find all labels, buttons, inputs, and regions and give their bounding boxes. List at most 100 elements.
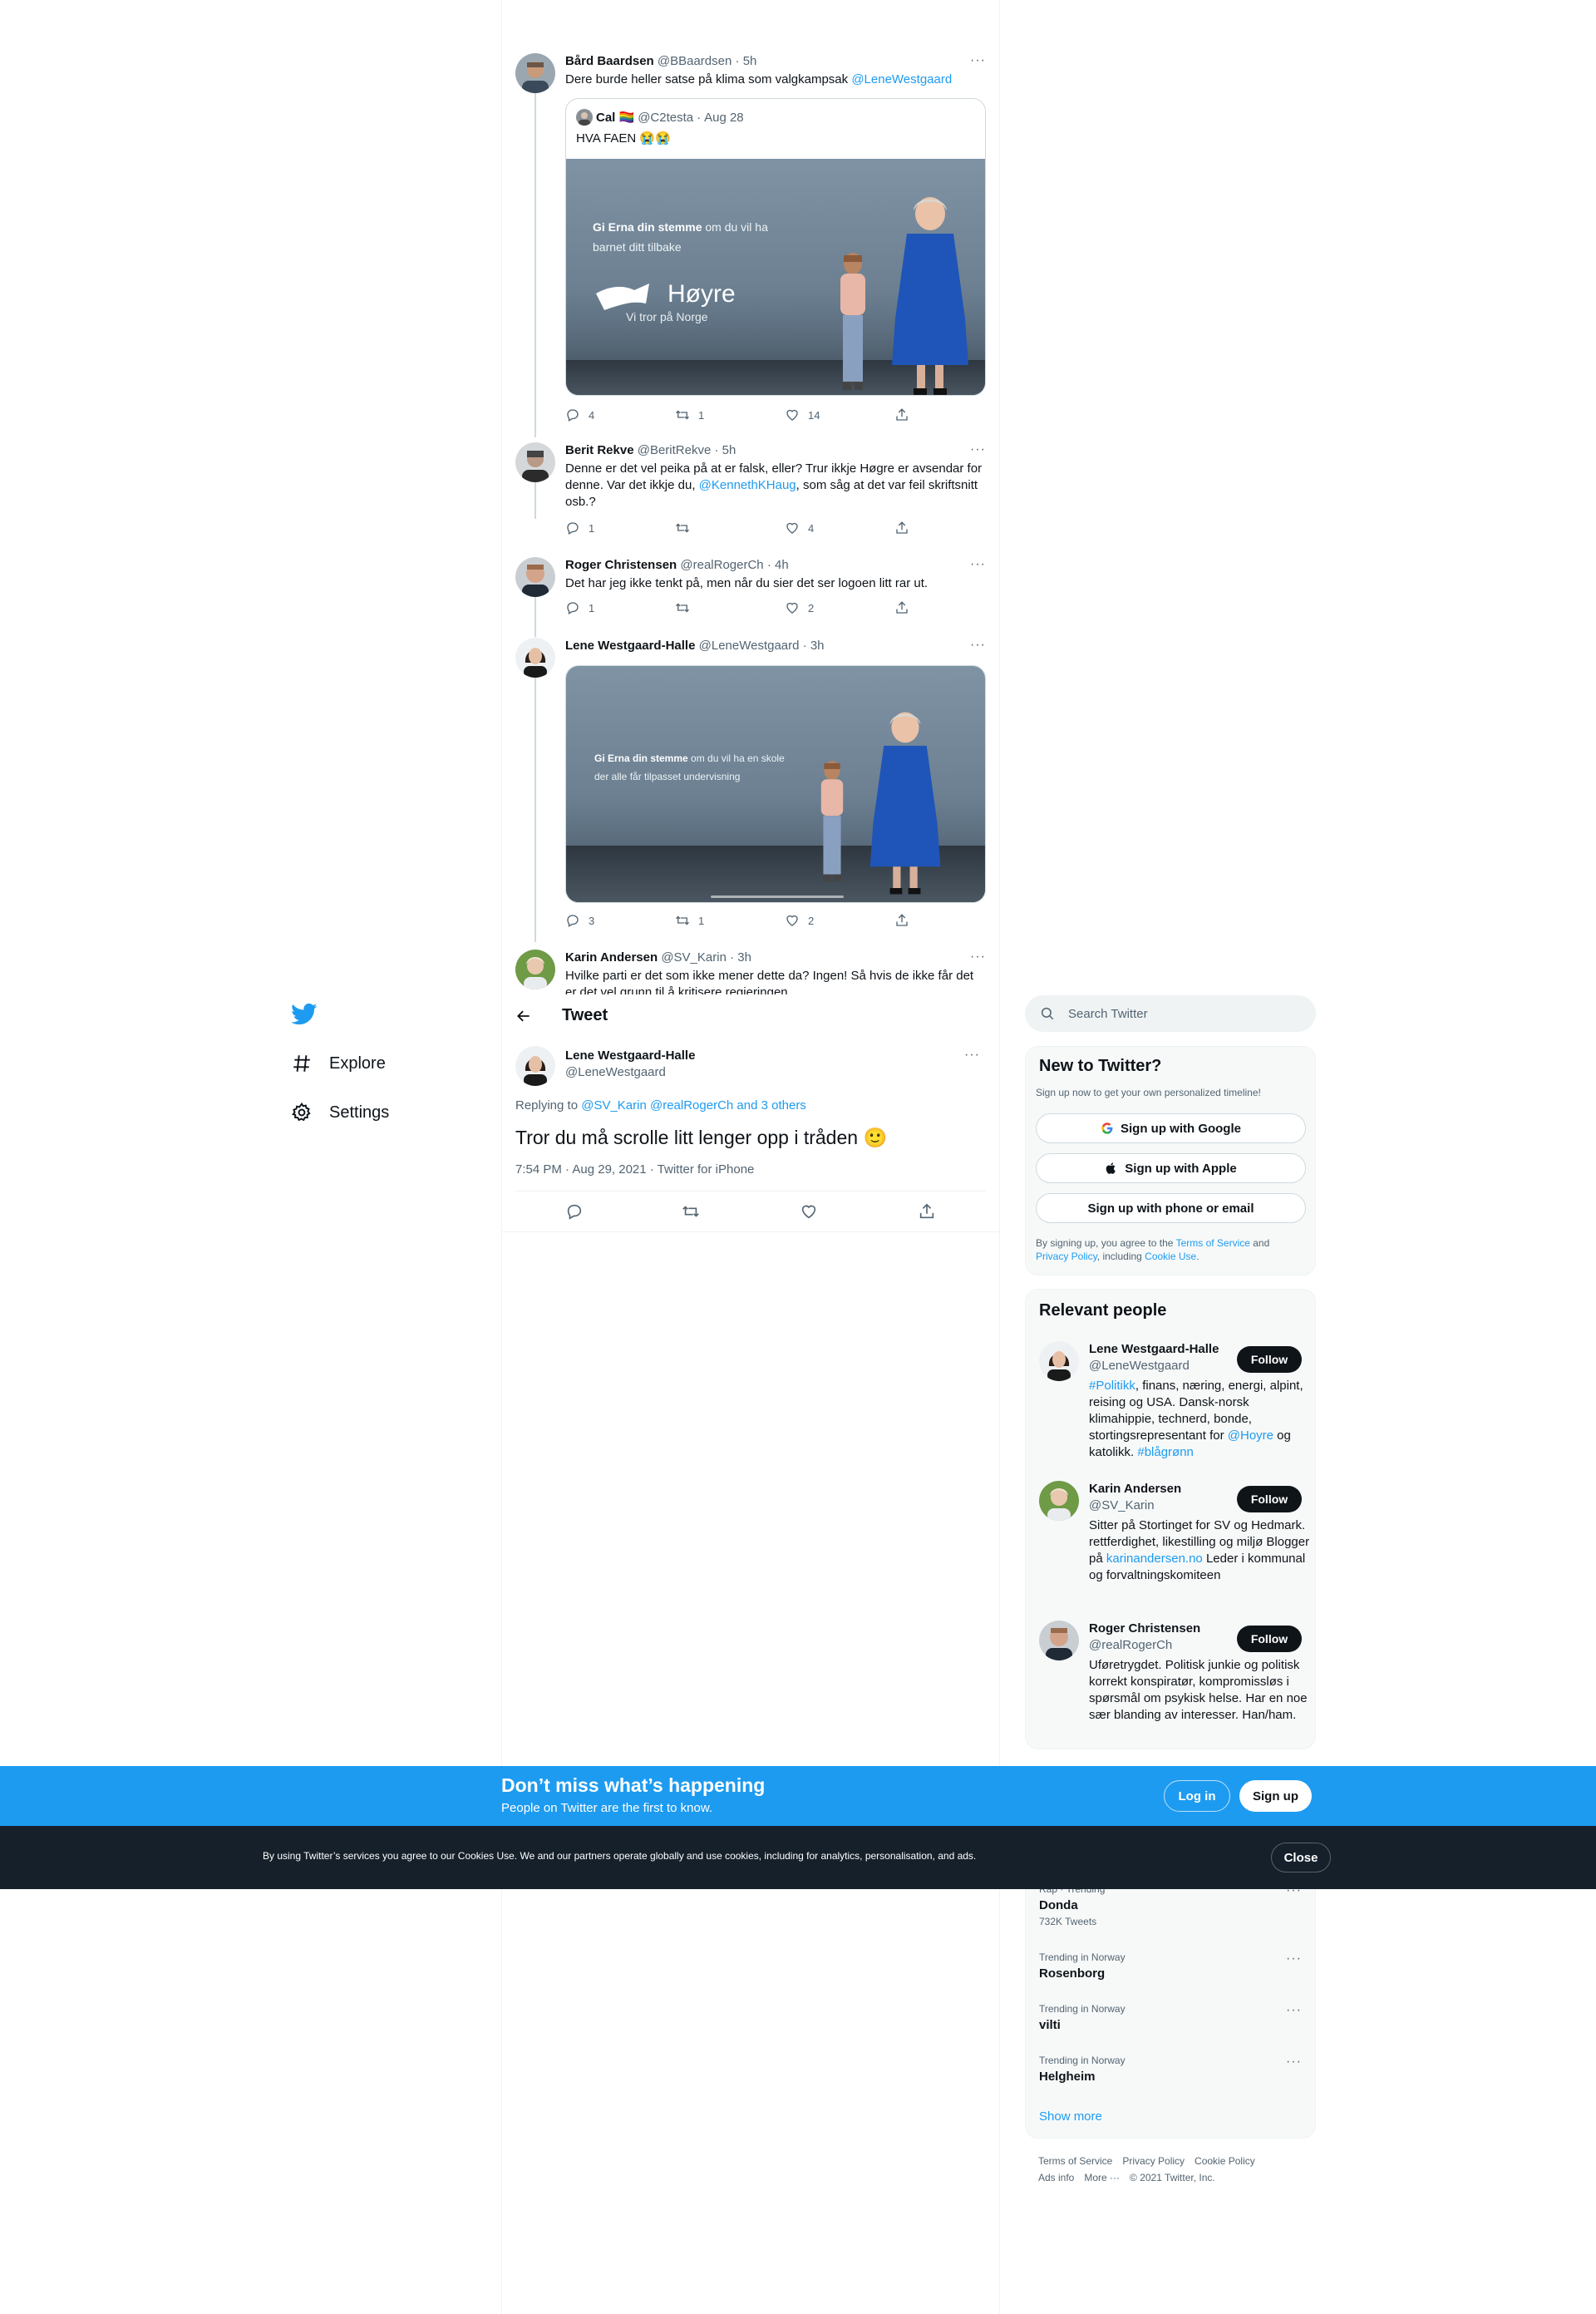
timestamp[interactable]: 3h bbox=[810, 639, 825, 653]
thread-tweet[interactable]: Karin Andersen @SV_Karin · 3h Hvilke par… bbox=[502, 950, 999, 994]
footer-more-link[interactable]: More ··· bbox=[1084, 2172, 1120, 2183]
more-icon[interactable]: ··· bbox=[1286, 1951, 1302, 1966]
mention-link[interactable]: @Hoyre bbox=[1228, 1428, 1273, 1443]
quote-image[interactable]: Gi Erna din stemme om du vil ha barnet d… bbox=[566, 159, 985, 395]
thread-tweet[interactable]: Bård Baardsen @BBaardsen · 5h Dere burde… bbox=[502, 50, 999, 429]
retweet-button[interactable] bbox=[675, 521, 690, 535]
retweet-button[interactable]: 1 bbox=[675, 913, 704, 928]
like-button[interactable]: 2 bbox=[785, 913, 814, 928]
more-icon[interactable]: ··· bbox=[970, 638, 986, 653]
thread-tweet[interactable]: Berit Rekve @BeritRekve · 5h Denne er de… bbox=[502, 441, 999, 544]
author-handle[interactable]: @LeneWestgaard bbox=[699, 639, 800, 653]
author-name[interactable]: Lene Westgaard-Halle bbox=[565, 639, 695, 653]
like-button[interactable]: 2 bbox=[785, 600, 814, 615]
timestamp[interactable]: 5h bbox=[743, 54, 757, 68]
timestamp[interactable]: 4h bbox=[775, 558, 789, 572]
trend-item[interactable]: Trending in Norway Helgheim ··· bbox=[1039, 2055, 1302, 2084]
sign-up-google-button[interactable]: Sign up with Google bbox=[1036, 1113, 1306, 1143]
share-button[interactable] bbox=[894, 521, 909, 535]
person-name[interactable]: Lene Westgaard-Halle bbox=[1089, 1341, 1247, 1358]
search-box[interactable]: Search Twitter bbox=[1025, 995, 1316, 1032]
tweet-meta[interactable]: 7:54 PM · Aug 29, 2021 · Twitter for iPh… bbox=[515, 1162, 754, 1177]
avatar[interactable] bbox=[1039, 1621, 1079, 1660]
share-button[interactable] bbox=[894, 407, 909, 422]
reply-button[interactable]: 3 bbox=[565, 913, 594, 928]
author-handle[interactable]: @BBaardsen bbox=[658, 54, 732, 68]
video-progress-bar[interactable] bbox=[711, 896, 844, 898]
author-name[interactable]: Lene Westgaard-Halle bbox=[565, 1048, 695, 1063]
back-arrow-icon[interactable] bbox=[515, 1008, 532, 1024]
author-name[interactable]: Berit Rekve bbox=[565, 443, 634, 457]
more-icon[interactable]: ··· bbox=[970, 53, 986, 68]
sign-up-apple-button[interactable]: Sign up with Apple bbox=[1036, 1153, 1306, 1183]
like-button[interactable]: 4 bbox=[785, 521, 814, 535]
footer-cookie-link[interactable]: Cookie Policy bbox=[1195, 2155, 1255, 2167]
avatar[interactable] bbox=[515, 950, 555, 989]
avatar[interactable] bbox=[515, 557, 555, 597]
log-in-button[interactable]: Log in bbox=[1164, 1780, 1230, 1812]
footer-ads-link[interactable]: Ads info bbox=[1038, 2172, 1074, 2183]
share-icon[interactable] bbox=[918, 1202, 936, 1221]
reply-icon[interactable] bbox=[565, 1202, 584, 1221]
mention-link[interactable]: @KennethKHaug bbox=[699, 478, 796, 492]
twitter-logo-icon[interactable] bbox=[291, 1003, 318, 1026]
like-button[interactable]: 14 bbox=[785, 407, 820, 422]
search-input[interactable]: Search Twitter bbox=[1068, 1007, 1148, 1021]
person-item[interactable]: Lene Westgaard-Halle @LeneWestgaard Follo… bbox=[1039, 1341, 1303, 1474]
retweet-button[interactable]: 1 bbox=[675, 407, 704, 422]
tweet-video[interactable]: Gi Erna din stemme om du vil ha en skole… bbox=[565, 665, 986, 903]
follow-button[interactable]: Follow bbox=[1237, 1486, 1302, 1512]
trend-item[interactable]: Trending in Norway vilti ··· bbox=[1039, 2003, 1302, 2032]
avatar[interactable] bbox=[515, 638, 555, 678]
avatar[interactable] bbox=[1039, 1481, 1079, 1521]
terms-link[interactable]: Terms of Service bbox=[1176, 1237, 1250, 1249]
nav-settings[interactable]: Settings bbox=[291, 1102, 389, 1123]
show-more-link[interactable]: Show more bbox=[1039, 2109, 1102, 2124]
sign-up-phone-button[interactable]: Sign up with phone or email bbox=[1036, 1193, 1306, 1223]
more-icon[interactable]: ··· bbox=[1286, 2055, 1302, 2070]
avatar[interactable] bbox=[515, 53, 555, 93]
heart-icon[interactable] bbox=[800, 1202, 818, 1221]
nav-explore[interactable]: Explore bbox=[291, 1053, 386, 1074]
timestamp[interactable]: 5h bbox=[722, 443, 736, 457]
person-name[interactable]: Roger Christensen bbox=[1089, 1621, 1247, 1637]
follow-button[interactable]: Follow bbox=[1237, 1626, 1302, 1652]
hashtag-link[interactable]: #blågrønn bbox=[1137, 1445, 1194, 1459]
author-handle[interactable]: @BeritRekve bbox=[638, 443, 712, 457]
person-handle[interactable]: @realRogerCh bbox=[1089, 1637, 1247, 1654]
author-handle[interactable]: @realRogerCh bbox=[680, 558, 763, 572]
trend-item[interactable]: Trending in Norway Rosenborg ··· bbox=[1039, 1951, 1302, 1981]
more-icon[interactable]: ··· bbox=[970, 442, 986, 457]
share-button[interactable] bbox=[894, 913, 909, 928]
author-name[interactable]: Roger Christensen bbox=[565, 558, 677, 572]
author-name[interactable]: Bård Baardsen bbox=[565, 54, 654, 68]
author-handle[interactable]: @SV_Karin bbox=[661, 950, 727, 965]
person-name[interactable]: Karin Andersen bbox=[1089, 1481, 1247, 1497]
avatar[interactable] bbox=[515, 1046, 555, 1086]
thread-tweet[interactable]: Lene Westgaard-Halle @LeneWestgaard · 3h… bbox=[502, 636, 999, 935]
reply-button[interactable]: 1 bbox=[565, 600, 594, 615]
reply-button[interactable]: 1 bbox=[565, 521, 594, 535]
cookie-use-link[interactable]: Cookie Use bbox=[1145, 1251, 1196, 1262]
mention-link[interactable]: @LeneWestgaard bbox=[851, 72, 952, 86]
person-item[interactable]: Karin Andersen @SV_Karin Follow Sitter på… bbox=[1039, 1481, 1309, 1614]
person-handle[interactable]: @LeneWestgaard bbox=[1089, 1358, 1247, 1374]
person-item[interactable]: Roger Christensen @realRogerCh Follow Ufø… bbox=[1039, 1621, 1308, 1745]
sign-up-button[interactable]: Sign up bbox=[1239, 1780, 1312, 1812]
retweet-icon[interactable] bbox=[682, 1202, 700, 1221]
hashtag-link[interactable]: #Politikk bbox=[1089, 1379, 1135, 1393]
cookie-close-button[interactable]: Close bbox=[1271, 1843, 1331, 1872]
share-button[interactable] bbox=[894, 600, 909, 615]
footer-privacy-link[interactable]: Privacy Policy bbox=[1122, 2155, 1185, 2167]
website-link[interactable]: karinandersen.no bbox=[1106, 1552, 1203, 1566]
footer-tos-link[interactable]: Terms of Service bbox=[1038, 2155, 1112, 2167]
avatar[interactable] bbox=[1039, 1341, 1079, 1381]
follow-button[interactable]: Follow bbox=[1237, 1346, 1302, 1373]
more-icon[interactable]: ··· bbox=[964, 1048, 980, 1063]
person-handle[interactable]: @SV_Karin bbox=[1089, 1497, 1247, 1514]
retweet-button[interactable] bbox=[675, 600, 690, 615]
more-icon[interactable]: ··· bbox=[1286, 2003, 1302, 2018]
avatar[interactable] bbox=[515, 442, 555, 482]
replying-to-users-link[interactable]: @SV_Karin @realRogerCh and 3 others bbox=[581, 1098, 806, 1113]
reply-button[interactable]: 4 bbox=[565, 407, 594, 422]
